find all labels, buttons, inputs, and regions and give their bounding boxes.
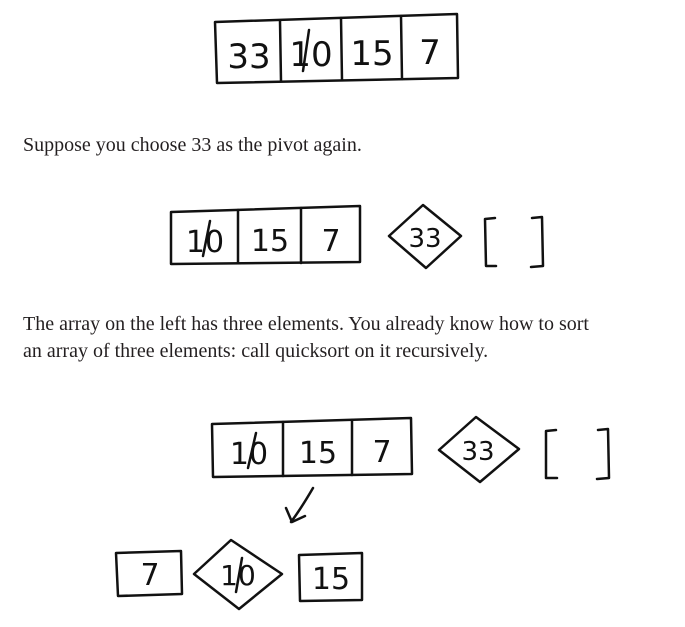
- figure3-left-cell-0: 10: [230, 437, 268, 472]
- result-right-cell-0: 15: [312, 562, 350, 597]
- result-left-cell-0: 7: [140, 558, 159, 593]
- figure1-cell-3: 7: [419, 33, 441, 73]
- figure1-cell-0: 33: [227, 37, 270, 77]
- figure3-left-cell-2: 7: [372, 435, 391, 470]
- figure2-left-cell-1: 15: [251, 224, 289, 259]
- figure1-cell-2: 15: [350, 34, 393, 74]
- checkmark-style-arrow-icon: [284, 486, 315, 524]
- figure2-left-cell-0: 10: [186, 225, 224, 260]
- figure2-right-bracket-empty: [483, 215, 545, 269]
- result-pivot-label: 10: [220, 559, 256, 592]
- figure3-right-bracket-empty: [544, 427, 611, 481]
- figure2-left-cell-2: 7: [321, 224, 340, 259]
- quicksort-illustration: 33 10 15 7 10 15 7 33 10 15 7 33 7 10 15: [114, 12, 611, 611]
- figure1-cell-1: 10: [289, 35, 332, 75]
- figure3-left-cell-1: 15: [299, 436, 337, 471]
- figure2-pivot-label: 33: [408, 224, 441, 254]
- figure3-pivot-label: 33: [461, 437, 494, 467]
